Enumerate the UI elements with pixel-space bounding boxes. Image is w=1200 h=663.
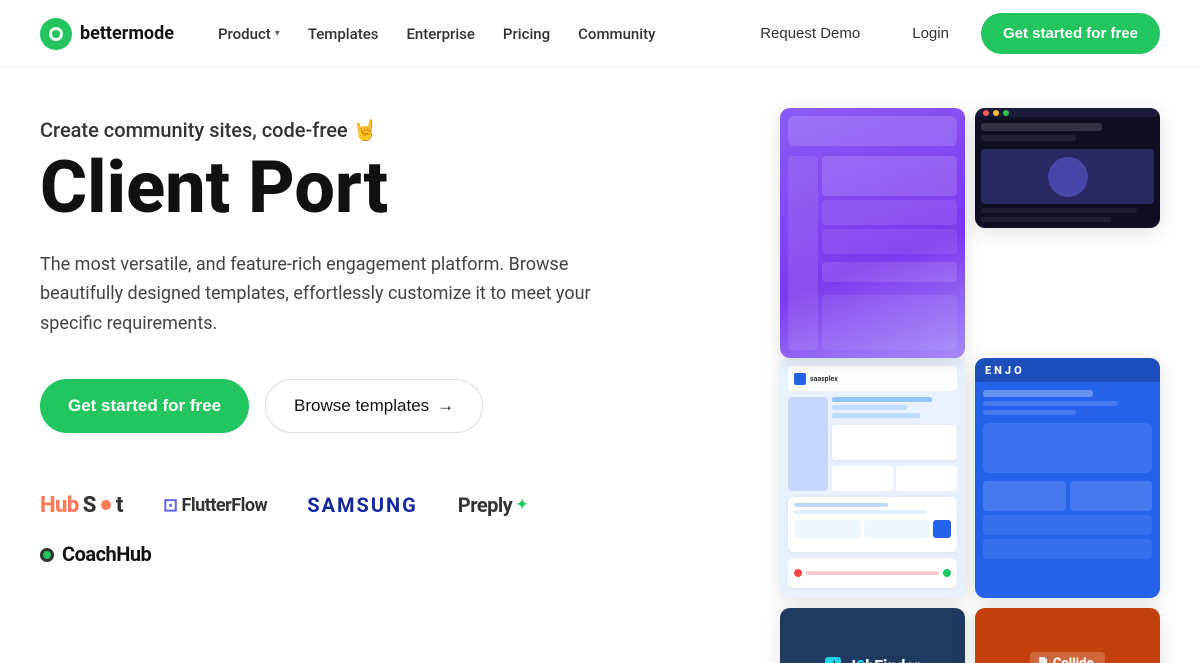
flutterflow-logo: ⊡ FlutterFlow	[163, 495, 267, 516]
screenshot-purple	[780, 108, 965, 358]
nav-cta-button[interactable]: Get started for free	[981, 13, 1160, 54]
navbar: bettermode Product ▾ Templates Enterpris…	[0, 0, 1200, 68]
hero-cta-button[interactable]: Get started for free	[40, 379, 249, 433]
screenshot-collide: 📄 Collide.	[975, 608, 1160, 663]
hubspot-logo: HubSt	[40, 493, 123, 518]
request-demo-button[interactable]: Request Demo	[740, 15, 880, 52]
hero-description: The most versatile, and feature-rich eng…	[40, 250, 620, 339]
partner-logos: HubSt ⊡ FlutterFlow SAMSUNG Preply✦	[40, 493, 680, 566]
screenshot-enjo: ENJO	[975, 358, 1160, 598]
samsung-logo: SAMSUNG	[307, 493, 418, 517]
screenshot-jobfinder: J J0bFinder	[780, 608, 965, 663]
logo-row-1: HubSt ⊡ FlutterFlow SAMSUNG Preply✦	[40, 493, 680, 518]
arrow-icon: →	[437, 396, 454, 416]
coachhub-logo: CoachHub	[40, 542, 151, 566]
preply-logo: Preply✦	[458, 493, 528, 517]
logo-row-2: CoachHub	[40, 542, 151, 566]
nav-right: Request Demo Login Get started for free	[740, 13, 1160, 54]
nav-left: Product ▾ Templates Enterprise Pricing C…	[206, 17, 740, 51]
hero-title: Client Port	[40, 150, 680, 226]
hero-left: Create community sites, code-free 🤘 Clie…	[40, 108, 680, 566]
nav-item-product[interactable]: Product ▾	[206, 17, 292, 51]
nav-item-community[interactable]: Community	[566, 17, 667, 51]
login-button[interactable]: Login	[892, 15, 969, 52]
nav-item-pricing[interactable]: Pricing	[491, 17, 562, 51]
logo[interactable]: bettermode	[40, 18, 174, 50]
screenshot-dark	[975, 108, 1160, 228]
hero-section: Create community sites, code-free 🤘 Clie…	[0, 68, 1200, 663]
chevron-down-icon: ▾	[275, 28, 280, 39]
hero-right: ENJO	[700, 108, 1160, 663]
browse-templates-button[interactable]: Browse templates →	[265, 379, 483, 433]
hero-eyebrow: Create community sites, code-free 🤘	[40, 118, 680, 142]
nav-item-templates[interactable]: Templates	[296, 17, 391, 51]
nav-item-enterprise[interactable]: Enterprise	[394, 17, 486, 51]
logo-icon	[40, 18, 72, 50]
hero-buttons: Get started for free Browse templates →	[40, 379, 680, 433]
logo-text: bettermode	[80, 23, 174, 44]
screenshot-saasplex: saasplex	[780, 358, 965, 598]
